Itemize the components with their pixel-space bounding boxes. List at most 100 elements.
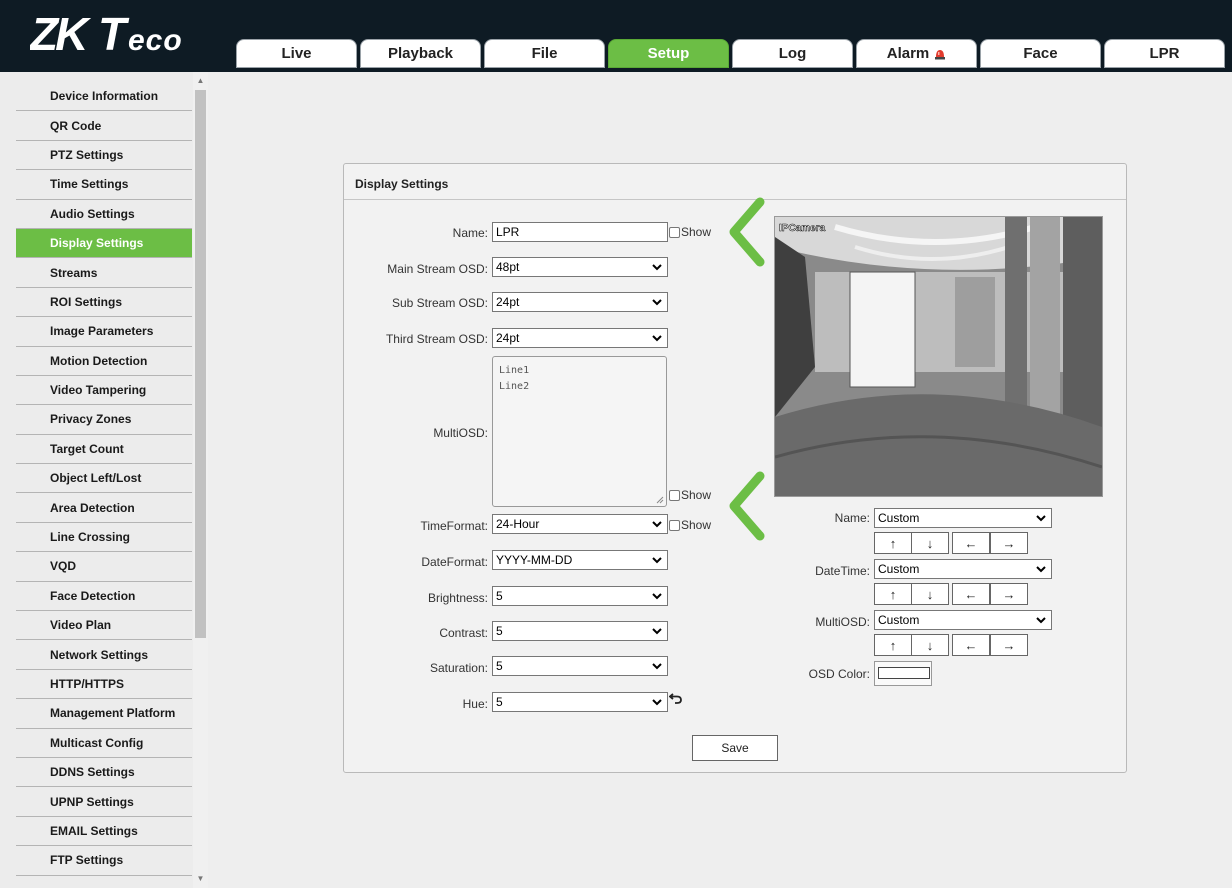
time-format-show-label: Show bbox=[681, 518, 712, 532]
multiosd-show-checkbox[interactable] bbox=[669, 490, 680, 501]
name-show-checkbox[interactable] bbox=[669, 227, 680, 238]
contrast-label: Contrast: bbox=[439, 626, 488, 640]
time-format-show-checkbox[interactable] bbox=[669, 520, 680, 531]
multiosd-move-up-button[interactable]: ↑ bbox=[874, 634, 912, 656]
sidebar-item-device-information[interactable]: Device Information bbox=[16, 82, 192, 112]
name-move-left-button[interactable]: ← bbox=[952, 532, 990, 554]
sub-stream-osd-select[interactable]: 24pt bbox=[492, 292, 668, 312]
sidebar-item-management-platform[interactable]: Management Platform bbox=[16, 699, 192, 729]
third-stream-osd-label: Third Stream OSD: bbox=[385, 332, 488, 346]
sidebar-scrollbar[interactable]: ▲ ▼ bbox=[193, 72, 208, 888]
sidebar-item-multicast-config[interactable]: Multicast Config bbox=[16, 728, 192, 758]
save-button[interactable]: Save bbox=[692, 735, 778, 761]
brightness-select[interactable]: 5 bbox=[492, 586, 668, 606]
sidebar-item-vqd[interactable]: VQD bbox=[16, 552, 192, 582]
sidebar-item-time-settings[interactable]: Time Settings bbox=[16, 170, 192, 200]
third-stream-osd-select[interactable]: 24pt bbox=[492, 328, 668, 348]
chevron-down-icon bbox=[1036, 515, 1046, 522]
sidebar-item-display-settings[interactable]: Display Settings bbox=[16, 228, 192, 259]
tab-alarm[interactable]: Alarm bbox=[856, 39, 977, 68]
pos-name-label: Name: bbox=[834, 511, 870, 525]
name-input[interactable] bbox=[492, 222, 668, 242]
sidebar-item-qr-code[interactable]: QR Code bbox=[16, 111, 192, 141]
chevron-down-icon bbox=[652, 335, 662, 342]
multiosd-move-left-button[interactable]: ← bbox=[952, 634, 990, 656]
sidebar-item-email-settings[interactable]: EMAIL Settings bbox=[16, 816, 192, 847]
sidebar-item-streams[interactable]: Streams bbox=[16, 258, 192, 288]
name-move-down-button[interactable]: ↓ bbox=[911, 532, 949, 554]
date-format-label: DateFormat: bbox=[421, 555, 488, 569]
sidebar-item-area-detection[interactable]: Area Detection bbox=[16, 493, 192, 523]
main-stream-osd-label: Main Stream OSD: bbox=[387, 262, 488, 276]
arrow-up-icon: ↑ bbox=[889, 637, 897, 653]
pos-multiosd-select[interactable]: Custom bbox=[874, 610, 1052, 630]
multiosd-move-right-button[interactable]: → bbox=[990, 634, 1028, 656]
settings-sidebar: Device Information QR Code PTZ Settings … bbox=[0, 72, 208, 888]
name-move-up-button[interactable]: ↑ bbox=[874, 532, 912, 554]
multiosd-textarea[interactable]: Line1 Line2 bbox=[492, 356, 667, 507]
sidebar-item-video-tampering[interactable]: Video Tampering bbox=[16, 375, 192, 406]
sidebar-item-http-https[interactable]: HTTP/HTTPS bbox=[16, 669, 192, 700]
tab-live[interactable]: Live bbox=[236, 39, 357, 68]
main-stream-osd-select[interactable]: 48pt bbox=[492, 257, 668, 277]
osd-color-label: OSD Color: bbox=[808, 667, 870, 681]
datetime-move-up-button[interactable]: ↑ bbox=[874, 583, 912, 605]
sidebar-item-image-parameters[interactable]: Image Parameters bbox=[16, 317, 192, 347]
chevron-down-icon bbox=[652, 521, 662, 528]
svg-text:T: T bbox=[98, 10, 130, 60]
chevron-down-icon bbox=[652, 699, 662, 706]
pos-datetime-select[interactable]: Custom bbox=[874, 559, 1052, 579]
sidebar-item-ddns-settings[interactable]: DDNS Settings bbox=[16, 757, 192, 788]
tab-setup[interactable]: Setup bbox=[608, 39, 729, 68]
date-format-select[interactable]: YYYY-MM-DD bbox=[492, 550, 668, 570]
multiosd-line: Line2 bbox=[499, 381, 530, 392]
time-format-select[interactable]: 24-Hour bbox=[492, 514, 668, 534]
preview-osd-text: IPCamera bbox=[779, 223, 826, 234]
sidebar-item-target-count[interactable]: Target Count bbox=[16, 434, 192, 465]
sidebar-menu: Device Information QR Code PTZ Settings … bbox=[16, 82, 192, 876]
osd-color-picker[interactable] bbox=[874, 661, 932, 686]
chevron-down-icon bbox=[1036, 566, 1046, 573]
tab-file[interactable]: File bbox=[484, 39, 605, 68]
sidebar-item-ptz-settings[interactable]: PTZ Settings bbox=[16, 140, 192, 171]
sidebar-item-network-settings[interactable]: Network Settings bbox=[16, 640, 192, 670]
chevron-down-icon bbox=[652, 628, 662, 635]
pos-name-select[interactable]: Custom bbox=[874, 508, 1052, 528]
pos-multiosd-label: MultiOSD: bbox=[815, 615, 870, 629]
arrow-up-icon: ↑ bbox=[889, 535, 897, 551]
scroll-down-arrow-icon[interactable]: ▼ bbox=[193, 872, 208, 886]
sidebar-item-ftp-settings[interactable]: FTP Settings bbox=[16, 846, 192, 876]
multiosd-move-down-button[interactable]: ↓ bbox=[911, 634, 949, 656]
top-header: ZK T eco Live Playback File Setup Log Al… bbox=[0, 0, 1232, 72]
saturation-select[interactable]: 5 bbox=[492, 656, 668, 676]
sidebar-item-line-crossing[interactable]: Line Crossing bbox=[16, 522, 192, 553]
tab-face[interactable]: Face bbox=[980, 39, 1101, 68]
sidebar-item-object-left-lost[interactable]: Object Left/Lost bbox=[16, 464, 192, 494]
tab-log[interactable]: Log bbox=[732, 39, 853, 68]
sidebar-item-roi-settings[interactable]: ROI Settings bbox=[16, 287, 192, 318]
sidebar-item-audio-settings[interactable]: Audio Settings bbox=[16, 199, 192, 229]
sidebar-item-privacy-zones[interactable]: Privacy Zones bbox=[16, 405, 192, 435]
contrast-select[interactable]: 5 bbox=[492, 621, 668, 641]
reset-undo-icon[interactable] bbox=[669, 691, 683, 705]
scroll-up-arrow-icon[interactable]: ▲ bbox=[193, 74, 208, 88]
resize-grip-icon[interactable] bbox=[656, 496, 664, 504]
arrow-right-icon: → bbox=[1002, 586, 1016, 602]
tab-playback[interactable]: Playback bbox=[360, 39, 481, 68]
arrow-down-icon: ↓ bbox=[926, 586, 934, 602]
hue-select[interactable]: 5 bbox=[492, 692, 668, 712]
svg-text:eco: eco bbox=[128, 24, 183, 57]
sub-stream-osd-label: Sub Stream OSD: bbox=[391, 296, 488, 310]
datetime-move-right-button[interactable]: → bbox=[990, 583, 1028, 605]
sidebar-item-upnp-settings[interactable]: UPNP Settings bbox=[16, 787, 192, 817]
green-chevron-left-icon bbox=[729, 471, 765, 541]
tab-lpr[interactable]: LPR bbox=[1104, 39, 1225, 68]
sidebar-item-face-detection[interactable]: Face Detection bbox=[16, 581, 192, 612]
datetime-move-left-button[interactable]: ← bbox=[952, 583, 990, 605]
sidebar-item-motion-detection[interactable]: Motion Detection bbox=[16, 346, 192, 376]
name-move-right-button[interactable]: → bbox=[990, 532, 1028, 554]
scroll-thumb[interactable] bbox=[195, 90, 206, 638]
datetime-move-down-button[interactable]: ↓ bbox=[911, 583, 949, 605]
arrow-left-icon: ← bbox=[964, 637, 978, 653]
sidebar-item-video-plan[interactable]: Video Plan bbox=[16, 611, 192, 641]
